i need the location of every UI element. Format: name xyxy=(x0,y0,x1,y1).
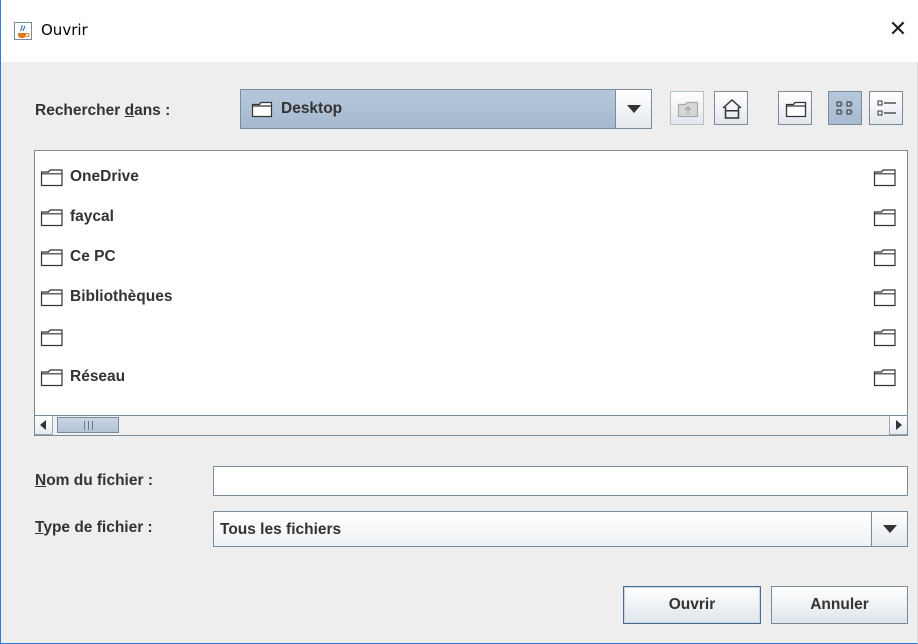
file-type-dropdown-button[interactable] xyxy=(871,512,907,546)
look-in-dropdown-button[interactable] xyxy=(615,90,651,128)
file-list[interactable]: OneDrive faycal Ce PC Bibliothèques Réseau xyxy=(34,150,908,436)
folder-icon[interactable] xyxy=(873,287,897,307)
title-bar[interactable]: Ouvrir ✕ xyxy=(1,0,918,62)
file-type-combo[interactable]: Tous les fichiers xyxy=(213,511,908,547)
scroll-right-button[interactable] xyxy=(889,416,907,435)
file-list-item-label: OneDrive xyxy=(70,168,139,185)
file-name-label: Nom du fichier : xyxy=(35,472,153,489)
home-button[interactable] xyxy=(714,91,748,125)
chevron-down-icon xyxy=(627,105,641,113)
window-title: Ouvrir xyxy=(41,21,88,39)
folder-icon xyxy=(40,289,63,307)
folder-icon xyxy=(40,169,63,187)
file-list-item-label: Ce PC xyxy=(70,248,116,265)
list-view-button[interactable] xyxy=(828,91,862,125)
folder-icon[interactable] xyxy=(873,367,897,387)
open-file-dialog: Ouvrir ✕ Rechercher dans : Desktop OneDr… xyxy=(0,0,918,644)
file-name-input[interactable] xyxy=(213,466,908,496)
close-icon: ✕ xyxy=(888,17,908,42)
file-list-item[interactable]: OneDrive xyxy=(40,164,340,190)
folder-icon[interactable] xyxy=(873,327,897,347)
folder-icon[interactable] xyxy=(873,167,897,187)
file-type-label: Type de fichier : xyxy=(35,519,153,536)
arrow-left-icon xyxy=(40,420,46,430)
folder-icon xyxy=(40,209,63,227)
cancel-button[interactable]: Annuler xyxy=(771,586,908,624)
file-list-item-label: faycal xyxy=(70,208,114,225)
details-view-button[interactable] xyxy=(869,91,903,125)
file-list-item[interactable]: Bibliothèques xyxy=(40,284,340,310)
chevron-down-icon xyxy=(883,525,897,533)
look-in-value: Desktop xyxy=(281,100,343,117)
file-list-item-label: Réseau xyxy=(70,368,126,385)
folder-icon xyxy=(251,101,273,118)
look-in-label: Rechercher dans : xyxy=(35,102,171,119)
folder-up-icon xyxy=(677,101,699,118)
details-view-icon xyxy=(877,100,896,116)
home-icon xyxy=(722,98,742,119)
list-view-icon xyxy=(836,101,854,115)
new-folder-button[interactable] xyxy=(778,91,812,125)
horizontal-scrollbar[interactable] xyxy=(35,415,907,435)
file-list-item[interactable]: faycal xyxy=(40,204,340,230)
close-button[interactable]: ✕ xyxy=(878,10,918,50)
file-list-item[interactable]: Réseau xyxy=(40,364,340,390)
look-in-combo[interactable]: Desktop xyxy=(240,89,652,129)
file-list-item[interactable] xyxy=(40,324,340,350)
up-one-level-button[interactable] xyxy=(670,91,704,125)
file-list-item[interactable]: Ce PC xyxy=(40,244,340,270)
java-cup-icon xyxy=(14,22,32,40)
scroll-left-button[interactable] xyxy=(35,416,53,435)
folder-icon xyxy=(40,249,63,267)
folder-icon xyxy=(40,329,63,347)
open-button[interactable]: Ouvrir xyxy=(623,586,761,624)
new-folder-icon xyxy=(785,101,807,118)
arrow-right-icon xyxy=(896,420,902,430)
folder-icon xyxy=(40,369,63,387)
folder-icon[interactable] xyxy=(873,247,897,267)
grip-icon xyxy=(84,421,93,430)
file-type-value: Tous les fichiers xyxy=(220,521,342,538)
folder-icon[interactable] xyxy=(873,207,897,227)
file-list-item-label: Bibliothèques xyxy=(70,288,173,305)
scrollbar-thumb[interactable] xyxy=(57,417,119,433)
